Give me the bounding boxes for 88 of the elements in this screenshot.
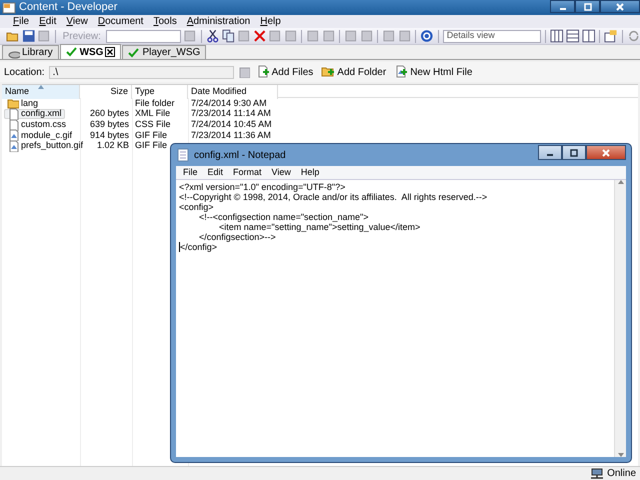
menu-item[interactable]: File [8,14,34,29]
text-line: <config> [179,202,214,212]
text-line: <item name="setting_name">setting_value</item> [218,222,420,232]
close-icon [615,2,625,10]
location-label: Location: [4,66,45,80]
details-view-icon [550,29,564,43]
text-line: </configsection>--> [198,232,276,242]
tab-close-button[interactable] [105,47,116,57]
table-cell-text: 260 bytes [88,108,130,120]
tab[interactable]: Library [2,45,59,59]
cut-icon [206,29,220,43]
tab[interactable]: WSG [60,44,122,59]
window-title: Content - Developer [19,0,118,16]
file-icon [7,108,19,120]
menu-item[interactable]: Document [92,14,148,29]
columns-view-icon [582,29,596,43]
network-icon [590,467,604,480]
close-icon [105,47,116,57]
rows-view-icon [566,29,580,43]
image-icon [7,140,19,152]
file-icon [7,118,19,131]
add-file-icon [256,65,270,79]
maximize-button[interactable] [575,0,600,13]
table-cell-text: GIF File [134,130,168,141]
minimize-button[interactable] [538,145,562,160]
help-icon [420,29,434,43]
table-cell-text: XML File [134,108,172,120]
action-link[interactable]: Add Files [254,64,316,80]
minimize-button[interactable] [550,0,575,13]
text-line: </config> [179,242,218,252]
delete-icon [252,29,266,43]
table-cell-text: 1.02 KB [96,140,130,152]
menu-item[interactable]: Format [228,166,267,180]
menu-item[interactable]: Edit [34,14,62,29]
file-name[interactable]: config.xml [4,108,65,120]
save-icon [22,29,36,43]
maximize-icon [569,148,579,156]
text-line: <?xml version="1.0" encoding="UTF-8"?> [179,182,346,192]
column-header[interactable]: Name [2,85,80,98]
text-line: <!--Copyright © 1998, 2014, Oracle and/or its affiliates. All rights reserved.--> [179,192,488,202]
image-icon [7,129,19,142]
menu-item[interactable]: Administration [182,14,256,29]
file-name[interactable]: custom.css [4,119,70,130]
file-name[interactable]: module_c.gif [4,130,76,141]
table-cell-text: 7/24/2014 9:30 AM [190,98,268,109]
table-cell-text: 639 bytes [88,119,130,130]
column-header[interactable]: Date Modified [188,85,278,98]
notepad-title: config.xml - Notepad [194,148,286,162]
status-text: Online [607,467,636,480]
table-cell-text: CSS File [134,119,172,130]
table-cell-text: 7/23/2014 11:36 AM [190,130,272,141]
action-link[interactable]: New Html File [392,64,474,80]
menu-item[interactable]: Edit [202,166,228,180]
notepad-icon [176,148,190,162]
menu-item[interactable]: File [178,166,203,180]
refresh-icon [626,29,640,43]
table-cell-text: GIF File [134,140,168,152]
maximize-icon [582,2,592,10]
file-name[interactable]: lang [4,98,42,109]
maximize-button[interactable] [562,145,586,160]
table-cell-text: File folder [134,98,176,109]
menu-item[interactable]: Tools [148,14,182,29]
close-icon [601,148,611,156]
menu-item[interactable]: Help [255,14,286,29]
file-name[interactable]: prefs_button.gif [4,140,86,152]
close-button[interactable] [586,145,626,160]
menu-item[interactable]: View [266,166,296,180]
properties-icon [604,29,618,43]
add-folder-icon [321,65,336,79]
column-header[interactable]: Size [80,85,132,98]
table-cell-text: 7/23/2014 11:14 AM [190,108,272,120]
scroll-down-icon [618,453,624,457]
app-icon [2,1,16,14]
menu-item[interactable]: View [61,14,93,29]
table-cell-text: 914 bytes [88,130,130,141]
sort-arrow-icon [38,85,44,89]
table-cell-text: 7/24/2014 10:45 AM [190,119,273,130]
new-html-icon [394,65,408,79]
scrollbar[interactable] [614,180,626,457]
action-link[interactable]: Add Folder [319,64,388,80]
location-field[interactable]: .\ [48,66,234,78]
column-header[interactable]: Type [132,85,188,98]
text-line: <!--<configsection name="section_name"> [198,212,369,222]
tab[interactable]: Player_WSG [122,45,206,59]
menu-item[interactable]: Help [296,166,324,180]
folder-icon [7,97,19,110]
view-dropdown[interactable]: Details view [442,30,542,42]
close-button[interactable] [600,0,640,13]
